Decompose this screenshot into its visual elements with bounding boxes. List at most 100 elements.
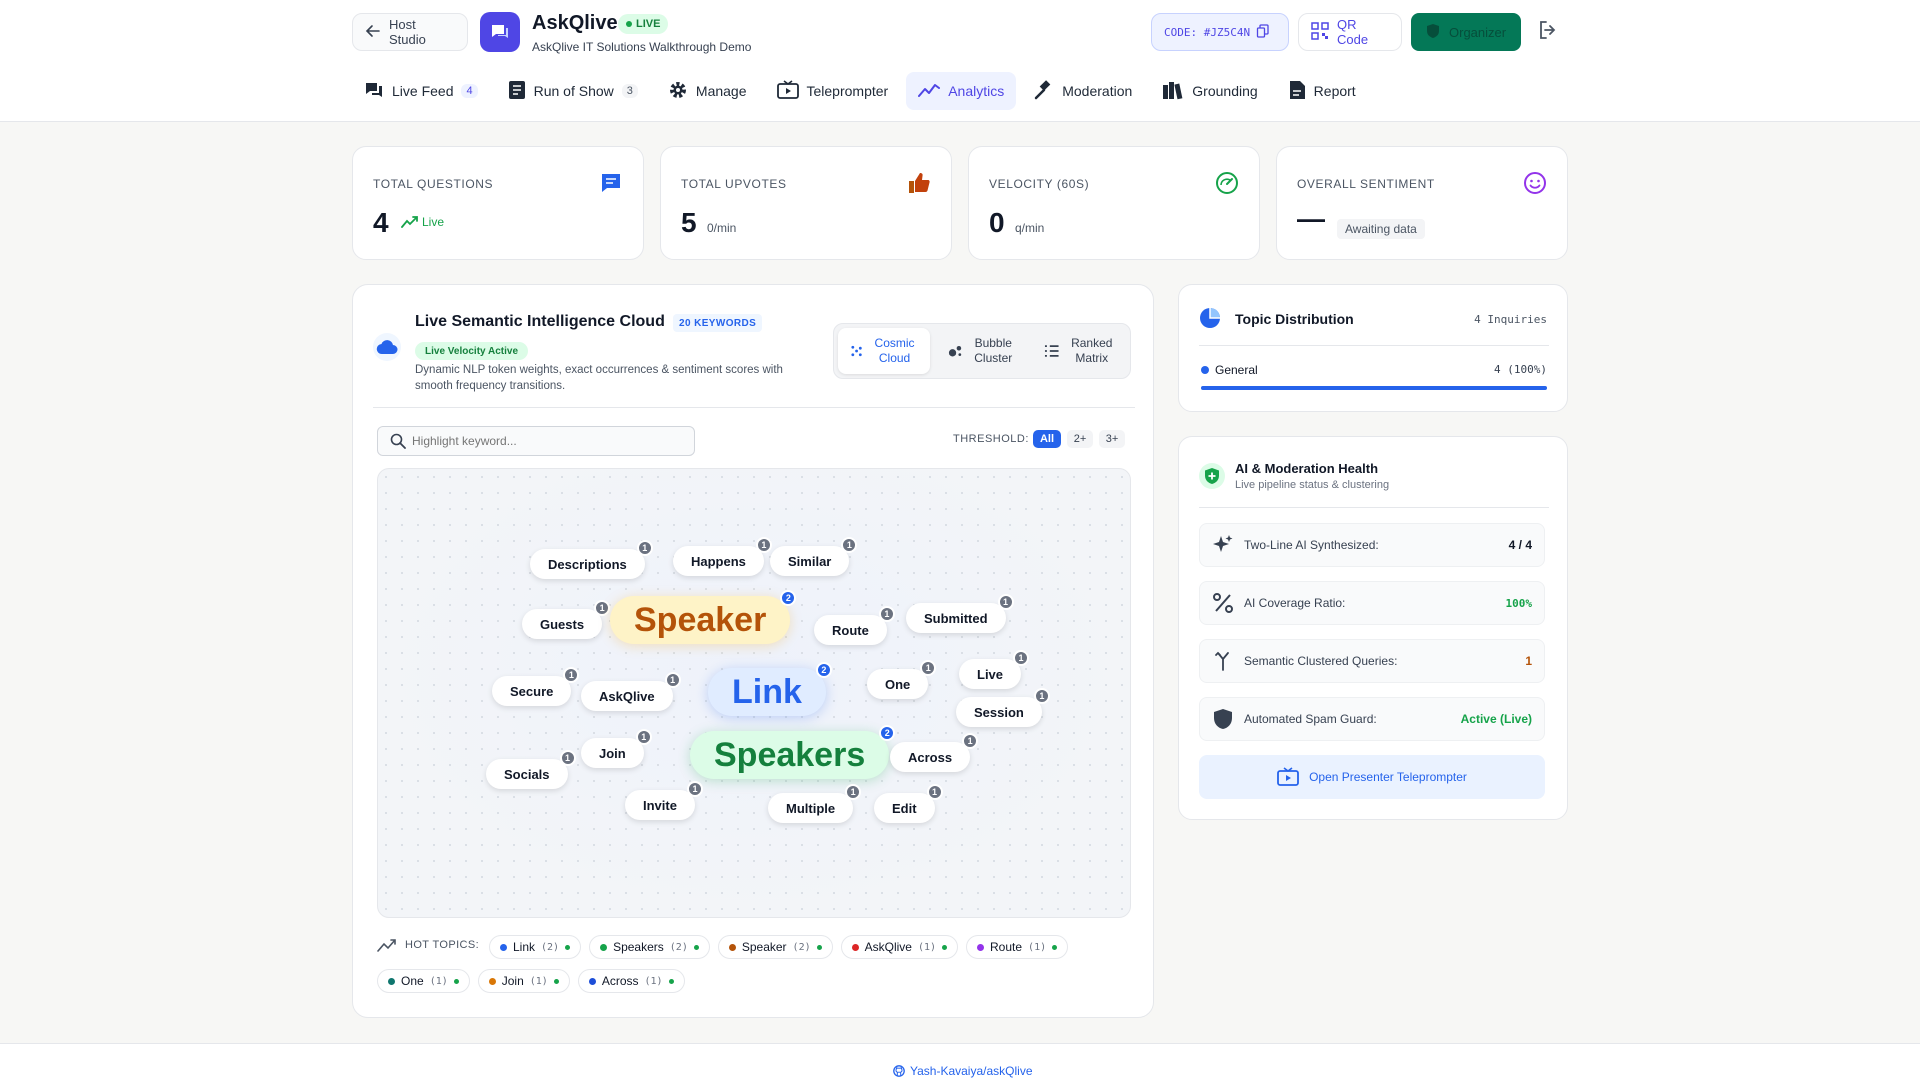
- health-row-clustered-queries: Semantic Clustered Queries: 1: [1199, 639, 1545, 683]
- semantic-cloud-card: Live Semantic Intelligence Cloud 20 KEYW…: [352, 284, 1154, 1018]
- cloud-icon: [373, 333, 401, 361]
- keyword-count-badge: 1: [926, 784, 943, 800]
- hot-topic-chip[interactable]: Across (1): [577, 969, 685, 993]
- health-row-value: 1: [1525, 654, 1532, 668]
- keyword-label: Invite: [643, 797, 677, 813]
- keyword-multiple[interactable]: Multiple 1: [768, 784, 862, 823]
- shield-icon: [1425, 23, 1441, 42]
- tab-run-of-show[interactable]: Run of Show 3: [496, 72, 650, 110]
- hot-topic-chip[interactable]: Speaker (2): [717, 935, 833, 959]
- topic-color-dot: [728, 943, 736, 951]
- keyword-label: Multiple: [786, 800, 836, 816]
- hot-topics-heading: HOT TOPICS:: [377, 938, 479, 952]
- keyword-count-badge: 1: [636, 540, 653, 556]
- trend-up-icon: [401, 216, 418, 228]
- keywords-count-badge: 20 KEYWORDS: [673, 314, 763, 332]
- keyword-similar[interactable]: Similar 1: [770, 537, 858, 576]
- topic-progress-track: [1201, 386, 1547, 390]
- github-link[interactable]: Yash-Kavaiya/askQlive: [893, 1064, 1033, 1078]
- keyword-count-badge: 1: [878, 606, 895, 622]
- divider: [1199, 507, 1549, 508]
- qr-code-button[interactable]: QR Code: [1298, 13, 1402, 51]
- keyword-speakers[interactable]: Speakers 2: [690, 725, 896, 779]
- search-input[interactable]: [412, 434, 672, 448]
- bubble-icon: [948, 345, 962, 357]
- view-ranked-matrix[interactable]: Ranked Matrix: [1032, 328, 1128, 374]
- keyword-descriptions[interactable]: Descriptions 1: [530, 540, 653, 579]
- keyword-search[interactable]: [377, 426, 695, 456]
- divider: [1199, 345, 1549, 346]
- trend-line-icon: [918, 81, 941, 102]
- keyword-count-badge: 1: [845, 784, 862, 800]
- tab-teleprompter-label: Teleprompter: [806, 83, 889, 99]
- keyword-count-badge: 1: [635, 729, 652, 745]
- threshold-3plus[interactable]: 3+: [1099, 430, 1125, 448]
- hot-topic-chip[interactable]: AskQlive (1): [840, 935, 959, 959]
- topic-color-dot: [500, 943, 507, 951]
- hot-topic-chip[interactable]: Join (1): [477, 969, 570, 993]
- keyword-happens[interactable]: Happens 1: [673, 537, 772, 576]
- topic-word: AskQlive: [864, 940, 912, 954]
- keyword-count-badge: 2: [815, 662, 832, 678]
- keyword-submitted[interactable]: Submitted 1: [906, 594, 1014, 633]
- keyword-link[interactable]: Link 2: [708, 662, 832, 716]
- keyword-session[interactable]: Session 1: [956, 688, 1050, 727]
- view-bubble-cluster[interactable]: Bubble Cluster: [936, 328, 1028, 374]
- keyword-across[interactable]: Across 1: [890, 733, 979, 772]
- event-code-button[interactable]: CODE: #JZ5C4N: [1151, 13, 1289, 51]
- tab-report[interactable]: Report: [1276, 72, 1368, 110]
- stat-label: TOTAL QUESTIONS: [373, 177, 494, 191]
- tab-live-feed[interactable]: Live Feed 4: [352, 72, 490, 110]
- health-row-label: Semantic Clustered Queries:: [1244, 654, 1398, 668]
- hot-topic-chip[interactable]: Link (2): [489, 935, 582, 959]
- organizer-label: Organizer: [1449, 24, 1507, 40]
- organizer-button[interactable]: Organizer: [1411, 13, 1521, 51]
- gavel-icon: [1034, 79, 1054, 103]
- event-code-label: CODE: #JZ5C4N: [1164, 25, 1251, 39]
- keyword-edit[interactable]: Edit 1: [874, 784, 943, 823]
- keyword-live[interactable]: Live 1: [959, 650, 1030, 689]
- open-teleprompter-button[interactable]: Open Presenter Teleprompter: [1199, 755, 1545, 799]
- topic-count: (1): [529, 975, 548, 987]
- host-studio-button[interactable]: Host Studio: [352, 13, 468, 51]
- keyword-one[interactable]: One 1: [867, 660, 937, 699]
- keyword-socials[interactable]: Socials 1: [486, 750, 576, 789]
- tab-analytics[interactable]: Analytics: [906, 72, 1017, 110]
- topic-count: (1): [429, 975, 448, 987]
- trend-up-icon: [377, 939, 396, 952]
- health-row-value: 4 / 4: [1508, 538, 1532, 552]
- keyword-guests[interactable]: Guests 1: [522, 600, 611, 639]
- keyword-invite[interactable]: Invite 1: [625, 781, 703, 820]
- keyword-askqlive[interactable]: AskQlive 1: [581, 672, 681, 711]
- stat-sentiment: OVERALL SENTIMENT — Awaiting data: [1276, 146, 1568, 260]
- topic-count: (2): [669, 941, 688, 953]
- tab-teleprompter[interactable]: Teleprompter: [765, 72, 901, 110]
- hot-topic-chip[interactable]: Speakers (2): [589, 935, 710, 959]
- keyword-label: AskQlive: [599, 688, 655, 704]
- threshold-all[interactable]: All: [1033, 430, 1061, 448]
- live-dot-icon: [816, 944, 822, 950]
- keyword-label: Edit: [892, 800, 917, 816]
- hot-topic-chip[interactable]: One (1): [377, 969, 470, 993]
- hot-topic-chip[interactable]: Route (1): [966, 935, 1069, 959]
- topic-count: (1): [1028, 941, 1047, 953]
- search-icon: [390, 433, 406, 449]
- logout-icon[interactable]: [1536, 18, 1560, 42]
- keyword-join[interactable]: Join 1: [581, 729, 652, 768]
- health-row-spam-guard: Automated Spam Guard: Active (Live): [1199, 697, 1545, 741]
- threshold-2plus[interactable]: 2+: [1067, 430, 1093, 448]
- tab-manage[interactable]: Manage: [656, 72, 759, 110]
- keyword-route[interactable]: Route 1: [814, 606, 895, 645]
- github-link-label: Yash-Kavaiya/askQlive: [910, 1064, 1033, 1078]
- tab-live-feed-count: 4: [461, 84, 478, 98]
- tab-moderation[interactable]: Moderation: [1022, 72, 1144, 110]
- keyword-speaker[interactable]: Speaker 2: [610, 590, 797, 644]
- velocity-badge: Live Velocity Active: [415, 342, 529, 360]
- topic-distribution-card: Topic Distribution 4 Inquiries General 4…: [1178, 284, 1568, 412]
- app-title: AskQlive: [532, 12, 618, 34]
- keyword-count-badge: 1: [755, 537, 772, 553]
- keyword-secure[interactable]: Secure 1: [492, 667, 580, 706]
- tab-grounding[interactable]: Grounding: [1150, 72, 1269, 110]
- view-cosmic-cloud[interactable]: Cosmic Cloud: [838, 328, 930, 374]
- merge-icon: [1215, 651, 1229, 671]
